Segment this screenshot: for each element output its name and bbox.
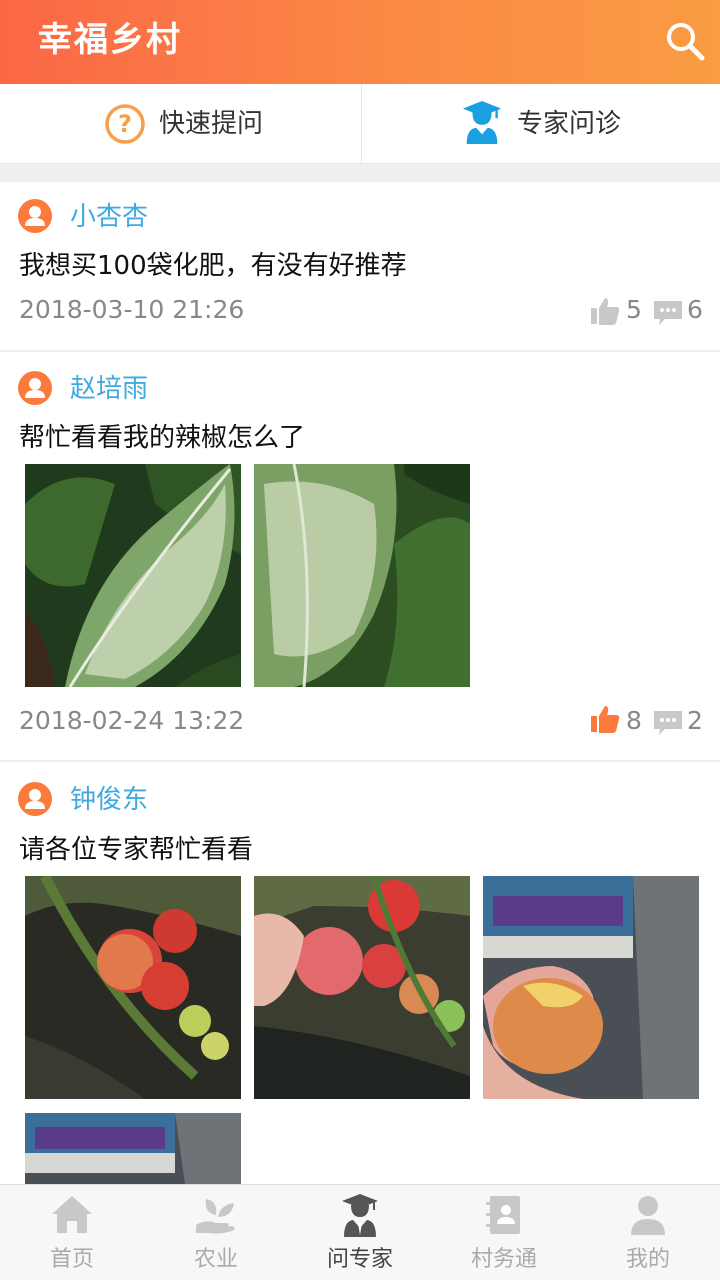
section-gap bbox=[0, 164, 720, 182]
post-photo[interactable] bbox=[25, 1113, 241, 1184]
post-photo[interactable] bbox=[483, 876, 699, 1099]
post-author[interactable]: 赵培雨 bbox=[70, 371, 148, 407]
tab-agriculture-label: 农业 bbox=[193, 1247, 238, 1272]
post-text: 帮忙看看我的辣椒怎么了 bbox=[19, 423, 306, 453]
comment-count: 6 bbox=[687, 295, 703, 324]
app-title: 幸福乡村 bbox=[38, 20, 182, 60]
thumbs-up-icon[interactable] bbox=[590, 704, 620, 734]
avatar-icon bbox=[18, 199, 52, 233]
post-author[interactable]: 钟俊东 bbox=[70, 782, 148, 818]
search-icon[interactable] bbox=[664, 20, 706, 62]
contacts-book-icon bbox=[486, 1196, 520, 1234]
question-post[interactable]: 赵培雨 帮忙看看我的辣椒怎么了 2018-02-24 13:22 8 2 bbox=[0, 352, 720, 762]
tab-ask-expert-label: 问专家 bbox=[326, 1247, 393, 1272]
like-count: 5 bbox=[626, 295, 642, 324]
plant-hand-icon bbox=[196, 1199, 235, 1234]
quick-ask-button[interactable]: ? 快速提问 bbox=[0, 84, 360, 164]
post-text: 请各位专家帮忙看看 bbox=[19, 835, 254, 865]
post-photo[interactable] bbox=[25, 876, 241, 1099]
post-photo[interactable] bbox=[254, 876, 470, 1099]
user-icon bbox=[631, 1196, 665, 1235]
bottom-tab-bar: 首页 农业 问专家 村务通 我的 bbox=[0, 1184, 720, 1280]
post-photo[interactable] bbox=[25, 464, 241, 687]
comment-icon[interactable] bbox=[653, 710, 683, 736]
avatar-icon bbox=[18, 371, 52, 405]
tab-me[interactable]: 我的 bbox=[576, 1185, 720, 1280]
question-post[interactable]: 钟俊东 请各位专家帮忙看看 bbox=[0, 762, 720, 1184]
tab-village-affairs[interactable]: 村务通 bbox=[432, 1185, 576, 1280]
tab-village-affairs-label: 村务通 bbox=[470, 1247, 537, 1272]
thumbs-up-icon[interactable] bbox=[590, 296, 620, 326]
expert-consult-label: 专家问诊 bbox=[517, 109, 622, 139]
tab-home[interactable]: 首页 bbox=[0, 1185, 144, 1280]
question-post[interactable]: 小杏杏 我想买100袋化肥，有没有好推荐 2018-03-10 21:26 5 … bbox=[0, 182, 720, 352]
post-photo[interactable] bbox=[254, 464, 470, 687]
post-author[interactable]: 小杏杏 bbox=[70, 199, 148, 235]
post-time: 2018-03-10 21:26 bbox=[19, 295, 245, 324]
tab-ask-expert[interactable]: 问专家 bbox=[288, 1185, 432, 1280]
quick-ask-label: 快速提问 bbox=[159, 109, 264, 139]
svg-text:?: ? bbox=[118, 110, 132, 138]
post-time: 2018-02-24 13:22 bbox=[19, 706, 245, 735]
doctor-expert-icon bbox=[462, 100, 502, 144]
comment-count: 2 bbox=[687, 706, 703, 735]
expert-consult-button[interactable]: 专家问诊 bbox=[361, 84, 720, 164]
comment-icon[interactable] bbox=[653, 300, 683, 326]
post-text: 我想买100袋化肥，有没有好推荐 bbox=[19, 251, 407, 281]
tab-agriculture[interactable]: 农业 bbox=[144, 1185, 288, 1280]
avatar-icon bbox=[18, 782, 52, 816]
app-header: 幸福乡村 bbox=[0, 0, 720, 84]
graduate-expert-icon bbox=[342, 1194, 378, 1237]
tab-home-label: 首页 bbox=[49, 1247, 94, 1272]
question-circle-icon: ? bbox=[105, 104, 145, 144]
tab-me-label: 我的 bbox=[625, 1247, 670, 1272]
quick-actions-bar: ? 快速提问 专家问诊 bbox=[0, 84, 720, 164]
like-count: 8 bbox=[626, 706, 642, 735]
home-icon bbox=[52, 1196, 92, 1233]
